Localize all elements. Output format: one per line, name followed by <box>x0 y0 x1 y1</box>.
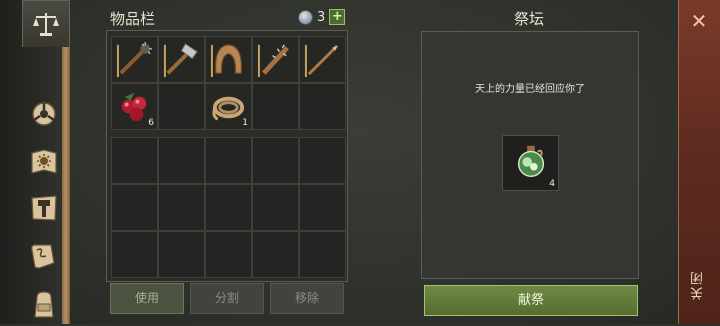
inventory-slot[interactable] <box>158 231 205 278</box>
currency-count: 3 <box>317 9 326 25</box>
triskelion-icon <box>32 102 56 126</box>
scales-icon <box>33 13 59 36</box>
inventory-slot[interactable] <box>111 137 158 184</box>
item-quantity: 6 <box>148 118 154 128</box>
sun-book-icon <box>31 149 57 174</box>
inventory-slot[interactable] <box>205 184 252 231</box>
backpack-icon <box>34 291 54 318</box>
add-currency-button[interactable]: + <box>329 9 346 25</box>
inventory-slot[interactable] <box>252 36 299 83</box>
leather-hood-icon <box>210 44 242 78</box>
inventory-slot[interactable] <box>158 36 205 83</box>
inventory-slot[interactable] <box>252 83 299 130</box>
inventory-slot[interactable] <box>299 83 346 130</box>
inventory-slot[interactable] <box>111 231 158 278</box>
wooden-spear-icon <box>304 44 339 78</box>
inventory-slot[interactable] <box>252 184 299 231</box>
close-label[interactable]: 关闭 <box>689 270 709 300</box>
item-quantity: 1 <box>242 118 248 128</box>
inventory-slot[interactable]: 6 <box>111 83 158 130</box>
inventory-slot[interactable] <box>205 231 252 278</box>
inventory-slot[interactable] <box>252 137 299 184</box>
use-button[interactable]: 使用 <box>110 283 184 314</box>
inventory-slot[interactable] <box>158 137 205 184</box>
tab-backpack[interactable] <box>22 282 66 326</box>
offer-button[interactable]: 献祭 <box>424 285 638 316</box>
inventory-slot[interactable] <box>205 36 252 83</box>
inventory-slot[interactable] <box>158 184 205 231</box>
inventory-slot[interactable] <box>299 137 346 184</box>
tab-crafting[interactable] <box>22 92 66 136</box>
inventory-title: 物品栏 <box>110 10 156 28</box>
inventory-slot[interactable] <box>205 137 252 184</box>
split-button[interactable]: 分割 <box>190 283 264 314</box>
remove-button[interactable]: 移除 <box>270 283 344 314</box>
inventory-slot[interactable] <box>299 231 346 278</box>
inventory-slot[interactable] <box>299 184 346 231</box>
altar-slot[interactable]: 4 <box>502 135 559 191</box>
hammer-map-icon <box>31 195 57 221</box>
spiked-bat-icon <box>257 44 289 78</box>
close-icon[interactable]: ✕ <box>688 10 710 32</box>
tab-scales[interactable] <box>22 0 70 47</box>
green-potion-icon <box>517 145 545 177</box>
inventory-slot[interactable] <box>299 36 346 83</box>
spiked-club-icon <box>116 41 153 78</box>
silver-coin-icon <box>298 9 313 25</box>
tab-technology[interactable] <box>22 140 66 184</box>
inventory-slot[interactable] <box>111 184 158 231</box>
inventory-slot[interactable] <box>158 83 205 130</box>
inventory-slot[interactable] <box>252 231 299 278</box>
stone-hammer-icon <box>163 43 198 78</box>
item-quantity: 4 <box>549 179 555 189</box>
inventory-slot[interactable]: 1 <box>205 83 252 130</box>
tab-building[interactable] <box>22 186 66 230</box>
scroll-icon <box>31 244 55 269</box>
altar-title: 祭坛 <box>514 10 545 28</box>
tab-scroll[interactable] <box>22 234 66 278</box>
currency: 3 + <box>298 9 346 25</box>
altar-message: 天上的力量已经回应你了 <box>475 84 585 95</box>
inventory-slot[interactable] <box>111 36 158 83</box>
